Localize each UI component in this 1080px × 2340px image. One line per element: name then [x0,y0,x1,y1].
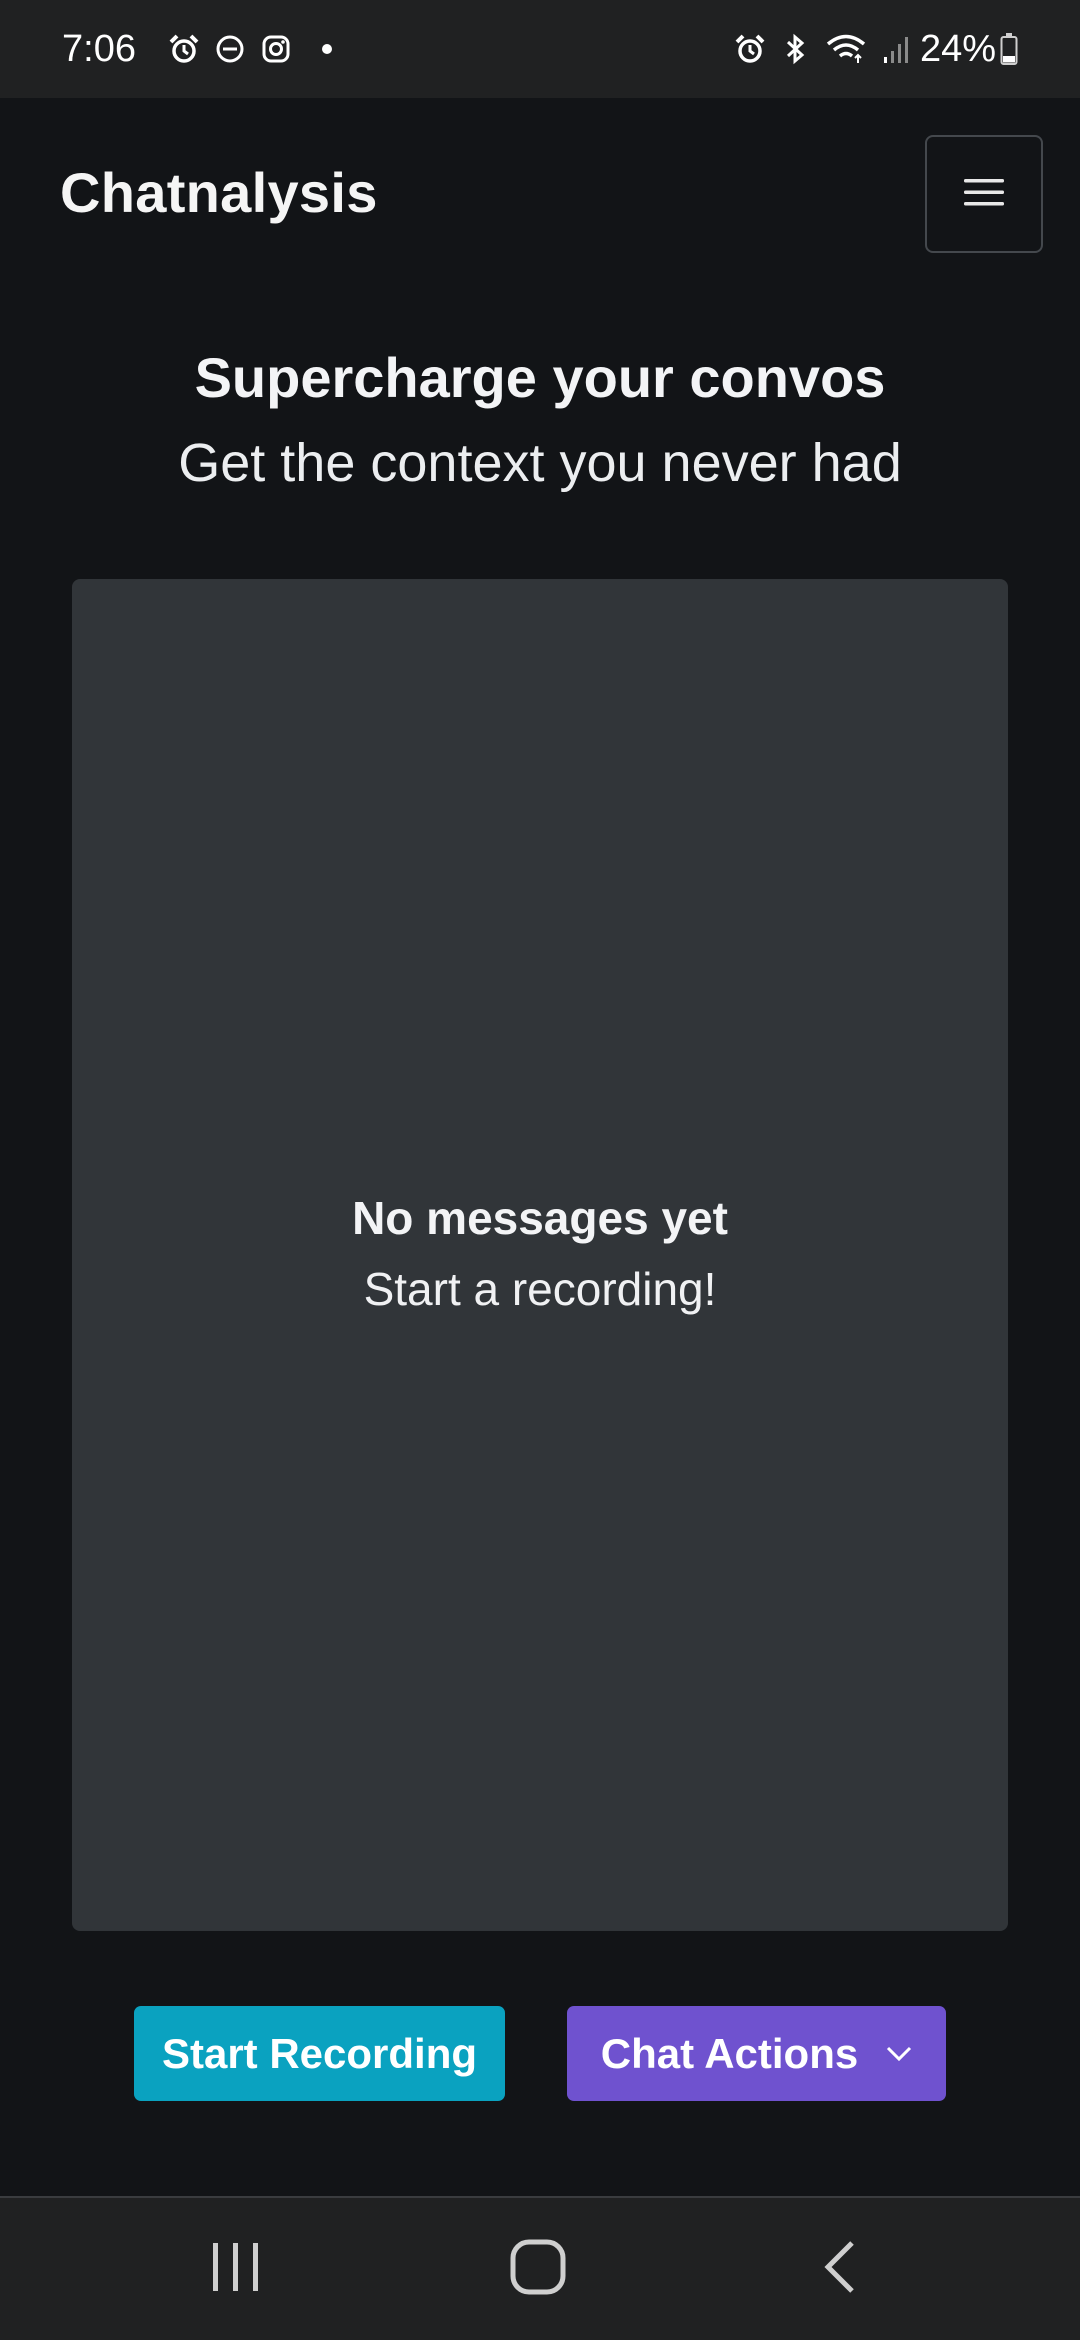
battery-icon [1000,32,1018,66]
chevron-down-icon [886,2046,912,2062]
back-button[interactable] [760,2198,920,2340]
recent-apps-icon [211,2241,261,2298]
navbar: Chatnalysis [0,98,1080,294]
system-nav-bar [0,2196,1080,2340]
status-bar: 7:06 24% [0,0,1080,98]
status-time: 7:06 [62,27,136,70]
hamburger-menu-icon [964,177,1004,212]
brand-logo[interactable]: Chatnalysis [60,160,378,225]
status-right: 24% [720,28,1018,71]
menu-toggle-button[interactable] [925,135,1043,253]
bluetooth-icon [780,33,810,65]
do-not-disturb-icon [214,33,246,65]
chat-actions-label: Chat Actions [600,2029,859,2077]
status-left: 7:06 [62,28,332,71]
chat-panel: No messages yet Start a recording! [72,579,1008,1931]
start-recording-label: Start Recording [161,2029,478,2077]
wifi-icon [824,33,868,65]
hero-title: Supercharge your convos [194,346,886,409]
signal-icon [882,33,910,65]
alarm-icon [168,33,200,65]
recent-apps-button[interactable] [156,2198,316,2340]
start-recording-button[interactable]: Start Recording [134,2006,505,2101]
empty-state-subtitle: Start a recording! [363,1263,717,1315]
hero-subtitle: Get the context you never had [178,433,902,493]
empty-state-title: No messages yet [352,1192,728,1244]
home-button[interactable] [458,2198,618,2340]
battery-percent: 24% [919,27,996,70]
home-icon [510,2239,566,2300]
back-icon [822,2240,858,2299]
alarm-icon [734,33,766,65]
notification-dot-icon [321,44,332,54]
chat-actions-dropdown-button[interactable]: Chat Actions [567,2006,946,2101]
instagram-icon [260,33,292,65]
